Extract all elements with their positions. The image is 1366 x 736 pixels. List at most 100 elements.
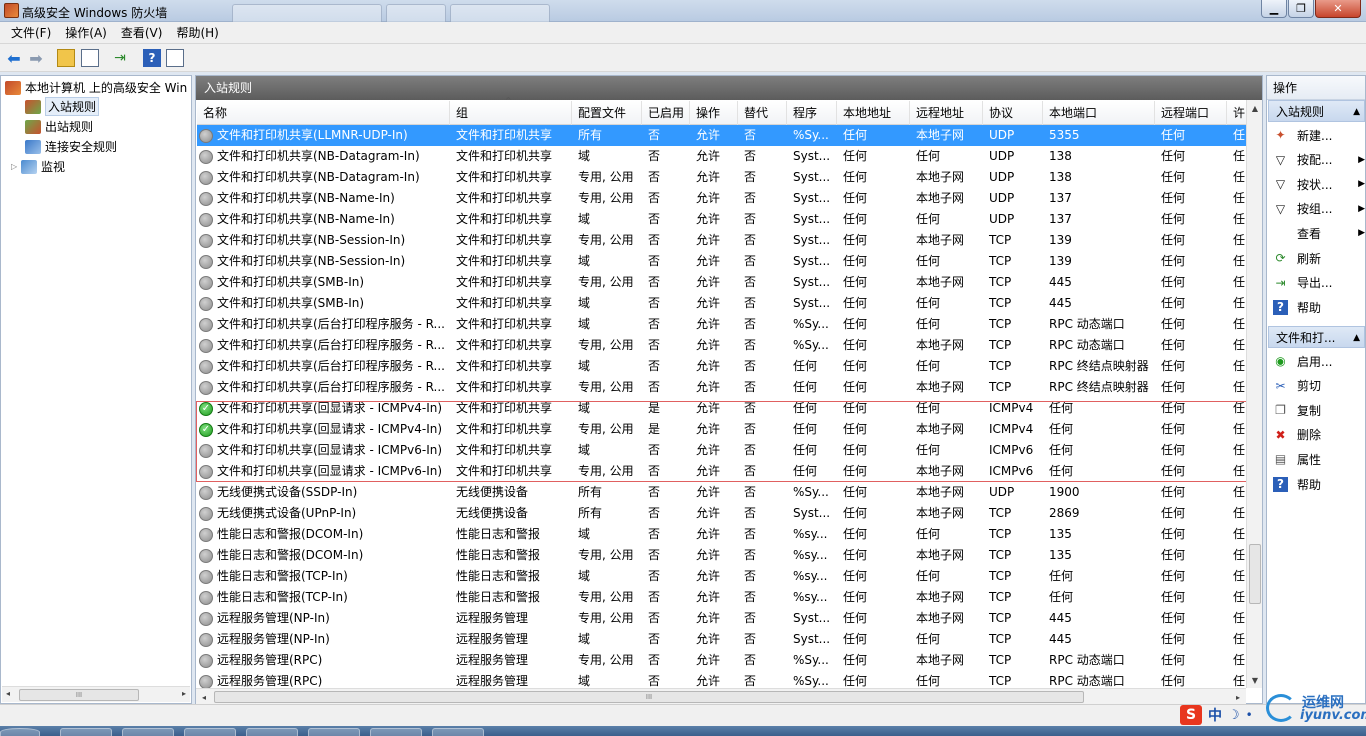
table-row[interactable]: ✓ 文件和打印机共享(回显请求 - ICMPv4-In) 文件和打印机共享 域 是 允许 否… [197,398,1247,419]
action-item[interactable]: ✂ 剪切 [1273,376,1363,396]
column-header[interactable]: 远程地址 [910,101,983,125]
table-row[interactable]: 性能日志和警报(TCP-In) 性能日志和警报 域 否 允许 否 %sy... 任何 任何 TCP… [197,566,1247,587]
tree-item-inbound-rules[interactable]: 入站规则 [25,97,100,116]
scroll-down-arrow-icon[interactable]: ▼ [1247,672,1263,688]
table-row[interactable]: 文件和打印机共享(SMB-In) 文件和打印机共享 专用, 公用否允许否 Syst..… [197,272,1247,293]
taskbar-app[interactable] [246,728,298,736]
table-horizontal-scrollbar[interactable]: ◂ III ▸ [196,688,1246,704]
table-row[interactable]: 性能日志和警报(DCOM-In) 性能日志和警报 域 否 允许 否 %sy... 任何 任何 TC… [197,524,1247,545]
help-icon[interactable]: ? [143,49,161,67]
column-header[interactable]: 已启用 [642,101,690,125]
export-list-icon[interactable]: ⇥ [111,49,129,67]
table-row[interactable]: 文件和打印机共享(回显请求 - ICMPv6-In) 文件和打印机共享 专用, 公用… [197,461,1247,482]
column-header[interactable]: 本地地址 [837,101,910,125]
action-item[interactable]: ▤ 属性 [1273,449,1363,469]
table-row[interactable]: 文件和打印机共享(NB-Datagram-In) 文件和打印机共享 专用, 公用否允… [197,167,1247,188]
column-header[interactable]: 名称 [197,101,450,125]
table-vertical-scrollbar[interactable]: ▲ ▼ [1246,100,1262,688]
taskbar-app[interactable] [432,728,484,736]
moon-icon[interactable]: ☽ [1228,708,1240,723]
collapse-caret-icon[interactable]: ▲ [1353,327,1360,349]
column-header[interactable]: 远程端口 [1155,101,1227,125]
scroll-left-arrow-icon[interactable]: ◂ [196,689,212,705]
table-row[interactable]: 文件和打印机共享(LLMNR-UDP-In) 文件和打印机共享 所有 否 允许 否 %Sy.… [197,125,1247,146]
column-header[interactable]: 协议 [983,101,1043,125]
expand-chevron-icon[interactable]: ▷ [11,162,21,171]
tree-item-monitoring[interactable]: ▷ 监视 [11,157,65,176]
action-item[interactable]: ▽ 按配... ▶ [1273,150,1365,170]
action-item[interactable]: ? 帮助 [1273,297,1363,317]
maximize-button[interactable]: ❐ [1288,0,1314,18]
taskbar-app[interactable] [60,728,112,736]
tree-root[interactable]: 本地计算机 上的高级安全 Win [5,78,187,97]
taskbar-app[interactable] [308,728,360,736]
table-row[interactable]: 文件和打印机共享(后台打印程序服务 - R... 文件和打印机共享 域 否 允许 否 %Sy… [197,314,1247,335]
table-row[interactable]: 文件和打印机共享(后台打印程序服务 - R... 文件和打印机共享 专用, 公用否允… [197,335,1247,356]
up-folder-icon[interactable] [57,49,75,67]
column-header[interactable]: 替代 [738,101,787,125]
table-row[interactable]: 文件和打印机共享(NB-Name-In) 文件和打印机共享 域 否 允许 否 Syst...… [197,209,1247,230]
forward-arrow-icon[interactable]: ➡ [27,49,45,68]
column-header[interactable]: 配置文件 [572,101,642,125]
action-item[interactable]: ❐ 复制 [1273,400,1363,420]
start-button[interactable] [0,728,40,736]
table-row[interactable]: 文件和打印机共享(NB-Datagram-In) 文件和打印机共享 域 否 允许 否 Sys… [197,146,1247,167]
table-row[interactable]: 远程服务管理(RPC) 远程服务管理 专用, 公用否允许否 %Sy... 任何 本地子网 T… [197,650,1247,671]
table-row[interactable]: 文件和打印机共享(NB-Session-In) 文件和打印机共享 专用, 公用否允许… [197,230,1247,251]
sogou-ime-icon[interactable]: S [1180,705,1202,725]
scroll-thumb[interactable]: III [214,691,1084,703]
show-hide-tree-icon[interactable] [81,49,99,67]
table-row[interactable]: 文件和打印机共享(NB-Session-In) 文件和打印机共享 域 否 允许 否 Syst… [197,251,1247,272]
tree-horizontal-scrollbar[interactable]: ◂ III ▸ [2,686,190,702]
collapse-caret-icon[interactable]: ▲ [1353,101,1360,123]
table-row[interactable]: 远程服务管理(NP-In) 远程服务管理 域 否 允许 否 Syst... 任何 任何 TCP 44… [197,629,1247,650]
table-row[interactable]: 文件和打印机共享(SMB-In) 文件和打印机共享 域 否 允许 否 Syst... 任何 任何… [197,293,1247,314]
scroll-thumb[interactable] [1249,544,1261,604]
menu-action[interactable]: 操作(A) [58,24,114,41]
column-header[interactable]: 本地端口 [1043,101,1155,125]
back-arrow-icon[interactable]: ⬅ [5,49,23,68]
punctuation-icon[interactable]: • [1246,708,1253,722]
tree-item-connection-security[interactable]: 连接安全规则 [25,137,117,156]
table-row[interactable]: 文件和打印机共享(回显请求 - ICMPv6-In) 文件和打印机共享 域 否 允许 否 任… [197,440,1247,461]
minimize-button[interactable]: ▁ [1261,0,1287,18]
action-item[interactable]: ⇥ 导出... [1273,273,1363,293]
table-row[interactable]: 性能日志和警报(TCP-In) 性能日志和警报 专用, 公用否允许否 %sy... 任何… [197,587,1247,608]
scroll-left-arrow-icon[interactable]: ◂ [6,689,10,698]
show-action-pane-icon[interactable] [166,49,184,67]
actions-section-inbound[interactable]: 入站规则 ▲ [1268,100,1365,122]
scroll-right-arrow-icon[interactable]: ▸ [1230,689,1246,705]
taskbar-app[interactable] [184,728,236,736]
taskbar-app[interactable] [370,728,422,736]
table-row[interactable]: 远程服务管理(NP-In) 远程服务管理 专用, 公用否允许否 Syst... 任何 本地… [197,608,1247,629]
scroll-up-arrow-icon[interactable]: ▲ [1247,100,1263,116]
menu-view[interactable]: 查看(V) [114,24,170,41]
column-header[interactable]: 操作 [690,101,738,125]
action-item[interactable]: ▽ 按组... ▶ [1273,199,1365,219]
menu-help[interactable]: 帮助(H) [169,24,225,41]
table-row[interactable]: ✓ 文件和打印机共享(回显请求 - ICMPv4-In) 文件和打印机共享 专用, 公… [197,419,1247,440]
column-header[interactable]: 程序 [787,101,837,125]
action-item[interactable]: ? 帮助 [1273,474,1363,494]
table-row[interactable]: 无线便携式设备(UPnP-In) 无线便携设备 所有 否 允许 否 Syst... 任何 本地子… [197,503,1247,524]
action-item[interactable]: 查看 ▶ [1273,223,1365,243]
scroll-right-arrow-icon[interactable]: ▸ [182,689,186,698]
action-item[interactable]: ◉ 启用... [1273,351,1363,371]
table-row[interactable]: 文件和打印机共享(NB-Name-In) 文件和打印机共享 专用, 公用否允许否 Sy… [197,188,1247,209]
table-row[interactable]: 性能日志和警报(DCOM-In) 性能日志和警报 专用, 公用否允许否 %sy... 任… [197,545,1247,566]
ime-language-toggle[interactable]: 中 [1208,705,1222,725]
scroll-thumb[interactable]: III [19,689,139,701]
close-button[interactable]: ✕ [1315,0,1361,18]
table-row[interactable]: 文件和打印机共享(后台打印程序服务 - R... 文件和打印机共享 域 否 允许 否 任何 任… [197,356,1247,377]
action-item[interactable]: ✦ 新建... [1273,125,1363,145]
table-cell: 任何 [916,296,941,310]
taskbar-app[interactable] [122,728,174,736]
table-row[interactable]: 文件和打印机共享(后台打印程序服务 - R... 文件和打印机共享 专用, 公用否允… [197,377,1247,398]
table-row[interactable]: 无线便携式设备(SSDP-In) 无线便携设备 所有 否 允许 否 %Sy... 任何 本地子网… [197,482,1247,503]
action-item[interactable]: ✖ 删除 [1273,425,1363,445]
actions-section-selected-rule[interactable]: 文件和打... ▲ [1268,326,1365,348]
menu-file[interactable]: 文件(F) [4,24,58,41]
action-item[interactable]: ▽ 按状... ▶ [1273,174,1365,194]
action-item[interactable]: ⟳ 刷新 [1273,248,1363,268]
tree-item-outbound-rules[interactable]: 出站规则 [25,117,93,136]
